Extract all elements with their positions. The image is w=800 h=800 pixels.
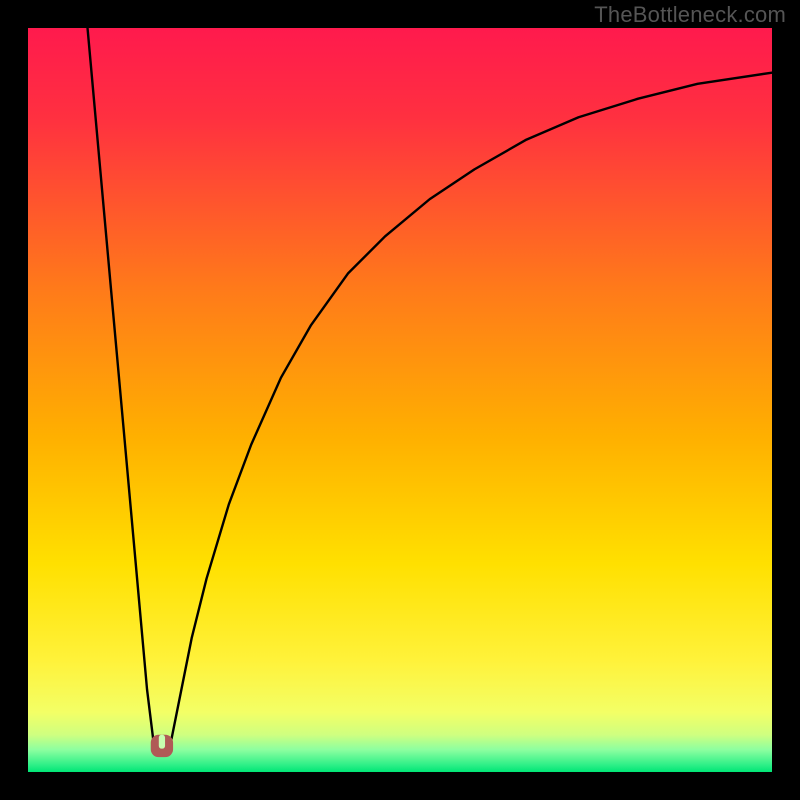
optimum-marker <box>151 735 173 757</box>
watermark-text: TheBottleneck.com <box>594 2 786 28</box>
plot-area <box>28 28 772 772</box>
gradient-background <box>28 28 772 772</box>
chart-svg <box>28 28 772 772</box>
chart-frame: TheBottleneck.com <box>0 0 800 800</box>
